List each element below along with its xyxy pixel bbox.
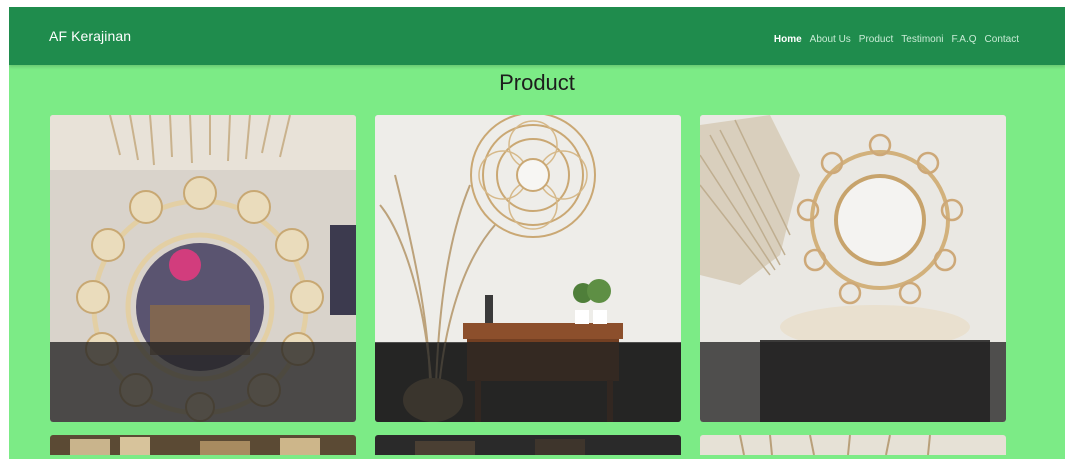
- brand-logo-link[interactable]: AF Kerajinan: [49, 28, 131, 44]
- nav-link-testimoni[interactable]: Testimoni: [901, 34, 943, 45]
- product-image-dried-grass-decor: [700, 435, 1006, 455]
- nav-link-home[interactable]: Home: [774, 34, 802, 45]
- product-card[interactable]: [50, 115, 356, 422]
- nav-item-testimoni: Testimoni: [901, 29, 943, 47]
- product-section-title: Product: [499, 70, 575, 95]
- product-card[interactable]: [700, 115, 1006, 422]
- nav-item-contact: Contact: [985, 29, 1019, 47]
- product-card[interactable]: [375, 115, 681, 422]
- nav-link-product[interactable]: Product: [859, 34, 893, 45]
- nav-item-home: Home: [774, 29, 802, 47]
- product-card[interactable]: [50, 435, 356, 455]
- nav-item-about-us: About Us: [810, 29, 851, 47]
- product-image-rattan-items-shelf: [50, 435, 356, 455]
- nav-link-faq[interactable]: F.A.Q: [952, 34, 977, 45]
- nav-link-about-us[interactable]: About Us: [810, 34, 851, 45]
- card-overlay: [50, 342, 356, 422]
- card-overlay: [700, 342, 1006, 422]
- product-image-dark-shelf-products: [375, 435, 681, 455]
- navbar: AF Kerajinan Home About Us Product Testi…: [9, 7, 1065, 65]
- product-card[interactable]: [375, 435, 681, 455]
- product-card[interactable]: [700, 435, 1006, 455]
- nav-item-faq: F.A.Q: [952, 29, 977, 47]
- card-overlay: [375, 342, 681, 422]
- nav-menu: Home About Us Product Testimoni F.A.Q Co…: [774, 29, 1019, 47]
- nav-item-product: Product: [859, 29, 893, 47]
- nav-link-contact[interactable]: Contact: [985, 34, 1019, 45]
- page: AF Kerajinan Home About Us Product Testi…: [9, 7, 1065, 459]
